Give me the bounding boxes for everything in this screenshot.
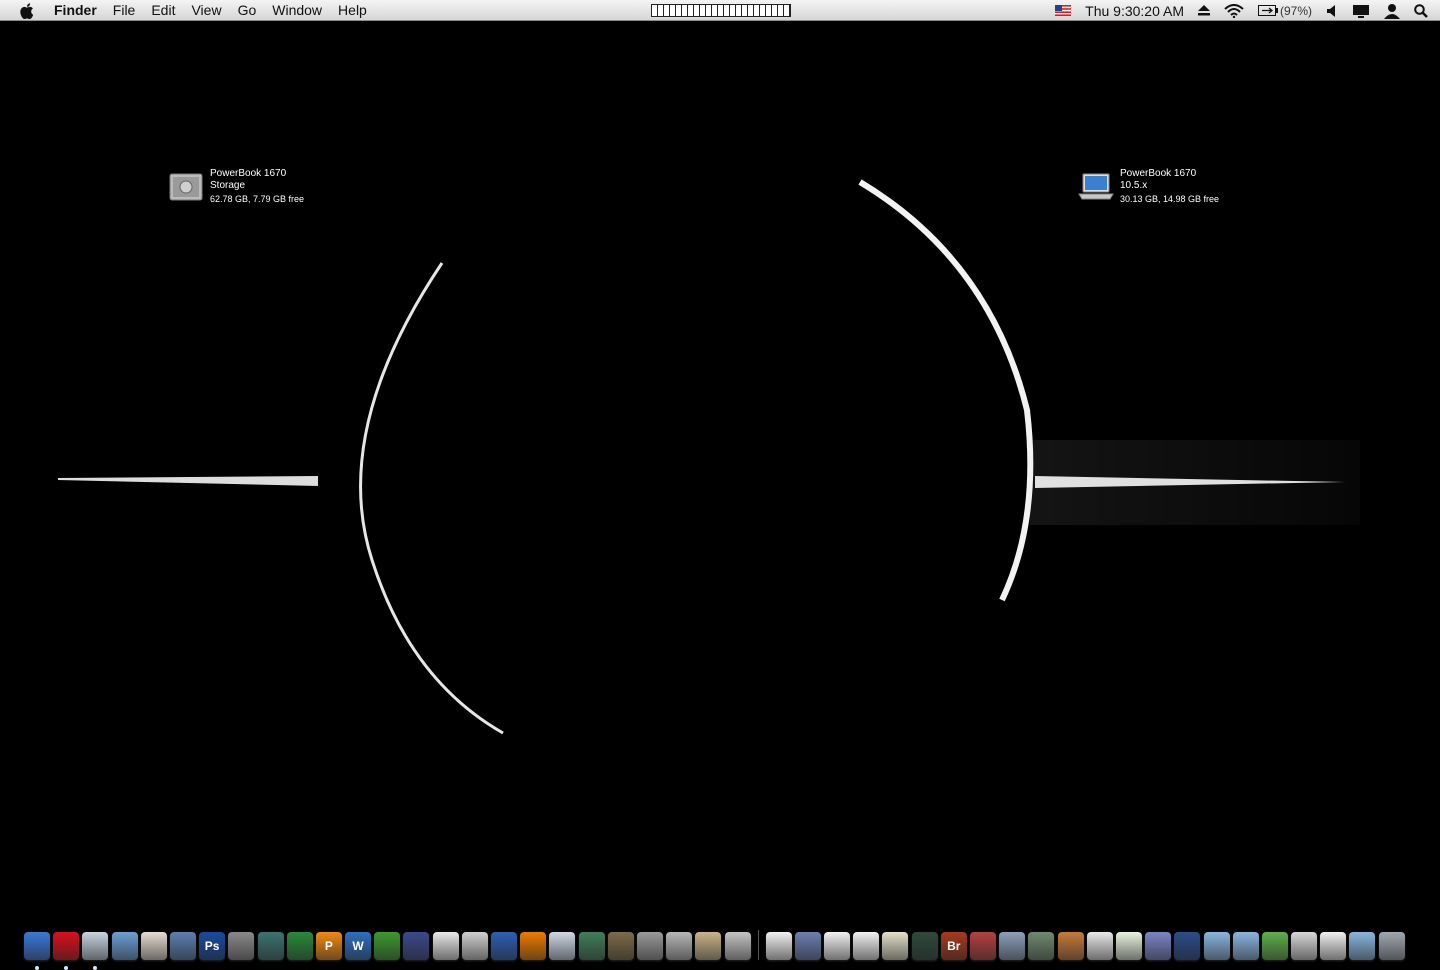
dock-item-activity-monitor[interactable] <box>911 932 938 960</box>
external-drive-icon <box>169 173 203 201</box>
dock-separator <box>755 930 762 960</box>
dock-item-phone[interactable] <box>999 932 1026 960</box>
menu-help[interactable]: Help <box>330 0 375 21</box>
dock-item-calculator[interactable] <box>666 932 693 960</box>
dock-item-bridge[interactable]: Br <box>940 932 967 960</box>
dock-item-notes[interactable] <box>882 932 909 960</box>
battery-icon <box>1257 5 1278 16</box>
dock-item-vlc[interactable] <box>520 932 547 960</box>
dock: Ps P W Br <box>24 918 1424 970</box>
display-menu[interactable] <box>1345 0 1377 21</box>
eject-icon <box>1197 5 1210 16</box>
dock-item-opera[interactable] <box>53 932 80 970</box>
dock-item-book[interactable] <box>695 932 722 960</box>
apple-menu[interactable] <box>0 0 54 21</box>
wifi-icon <box>1224 3 1244 18</box>
dock-item-excel[interactable] <box>374 932 401 960</box>
dock-item-iphoto[interactable] <box>607 932 634 960</box>
app-menu-finder[interactable]: Finder <box>54 0 105 21</box>
dock-item-time-machine[interactable] <box>257 932 284 960</box>
dock-item-photoshop[interactable]: Ps <box>199 932 226 960</box>
dock-item-archive[interactable] <box>794 932 821 960</box>
desktop-volume-storage[interactable]: PowerBook 1670 Storage 62.78 GB, 7.79 GB… <box>168 168 304 206</box>
dock-item-document[interactable] <box>853 932 880 960</box>
menubar-clock[interactable]: Thu 9:30:20 AM <box>1078 0 1191 21</box>
display-icon <box>1353 4 1369 18</box>
dock-item-home[interactable] <box>1057 932 1084 960</box>
bridge-icon: Br <box>947 939 961 953</box>
dock-item-photo[interactable] <box>140 932 167 960</box>
word-icon: W <box>352 939 364 953</box>
dock-item-calendar[interactable] <box>432 932 459 960</box>
dock-item-people[interactable] <box>1145 932 1172 960</box>
menu-window[interactable]: Window <box>264 0 330 21</box>
dock-item-google-earth[interactable] <box>491 932 517 960</box>
dock-item-trash[interactable] <box>1378 932 1405 960</box>
menu-bar: Finder File Edit View Go Window Help Thu… <box>0 0 1440 21</box>
volume-menu[interactable] <box>1319 0 1345 21</box>
dock-item-gear[interactable] <box>636 932 663 960</box>
volume-info: 62.78 GB, 7.79 GB free <box>210 194 305 204</box>
dock-item-mail[interactable] <box>549 932 576 960</box>
dock-item-dvd[interactable] <box>461 932 488 960</box>
dock-item-script[interactable] <box>724 932 751 960</box>
pages-icon: P <box>324 939 333 953</box>
eject-menu[interactable] <box>1191 0 1217 21</box>
dock-item-printer[interactable] <box>970 932 996 960</box>
dock-item-preview[interactable] <box>82 932 109 970</box>
dock-item-finder[interactable] <box>24 932 50 970</box>
dock-item-folder[interactable] <box>1203 932 1230 960</box>
wifi-menu[interactable] <box>1217 0 1251 21</box>
flag-us-icon <box>1055 5 1072 16</box>
input-menu[interactable] <box>1048 0 1078 21</box>
volume-line2: 10.5.x <box>1120 180 1148 191</box>
dock-item-pdf[interactable] <box>1086 932 1113 960</box>
desktop-volume-system[interactable]: PowerBook 1670 10.5.x 30.13 GB, 14.98 GB… <box>1078 168 1219 206</box>
photoshop-icon: Ps <box>204 939 220 953</box>
volume-line2: Storage <box>210 180 246 191</box>
dock-item-image-viewer[interactable] <box>578 932 605 960</box>
dock-item-activity-graph[interactable] <box>403 932 430 960</box>
dock-item-document[interactable] <box>824 932 851 960</box>
menu-go[interactable]: Go <box>230 0 265 21</box>
apple-icon <box>20 2 34 19</box>
battery-percent: (97%) <box>1279 3 1312 18</box>
spotlight-icon <box>1414 3 1428 18</box>
dock-item-folder[interactable] <box>1349 932 1376 960</box>
dock-item-safari[interactable] <box>111 932 138 960</box>
menu-edit[interactable]: Edit <box>143 0 183 21</box>
desktop-wallpaper <box>58 179 1360 735</box>
menu-file[interactable]: File <box>105 0 144 21</box>
battery-menu[interactable]: (97%) <box>1251 0 1319 21</box>
menu-view[interactable]: View <box>183 0 229 21</box>
dock-item-camera[interactable] <box>228 932 255 960</box>
dock-item-folder[interactable] <box>1232 932 1259 960</box>
dock-item-downloads[interactable] <box>1261 932 1288 960</box>
activity-meter[interactable] <box>651 4 791 17</box>
volume-name: PowerBook 1670 <box>210 168 287 179</box>
volume-info: 30.13 GB, 14.98 GB free <box>1120 194 1220 204</box>
dock-item-network[interactable] <box>1028 932 1055 960</box>
user-icon <box>1384 3 1400 19</box>
dock-item-text-file[interactable] <box>1320 932 1347 960</box>
dock-item-stop[interactable] <box>1291 932 1318 960</box>
dock-item-pages[interactable]: P <box>315 932 342 960</box>
dock-item-itunes[interactable] <box>169 932 196 960</box>
user-menu[interactable] <box>1377 0 1407 21</box>
volume-name: PowerBook 1670 <box>1120 168 1197 179</box>
dock-item-wallpaper[interactable] <box>1174 932 1201 960</box>
laptop-drive-icon <box>1078 173 1114 200</box>
dock-item-word[interactable]: W <box>345 932 372 960</box>
dock-item-document[interactable] <box>765 932 792 960</box>
spotlight-menu[interactable] <box>1407 0 1440 21</box>
dock-item-chess[interactable] <box>286 932 313 960</box>
dock-item-spreadsheet[interactable] <box>1115 932 1142 960</box>
volume-icon <box>1327 4 1335 17</box>
